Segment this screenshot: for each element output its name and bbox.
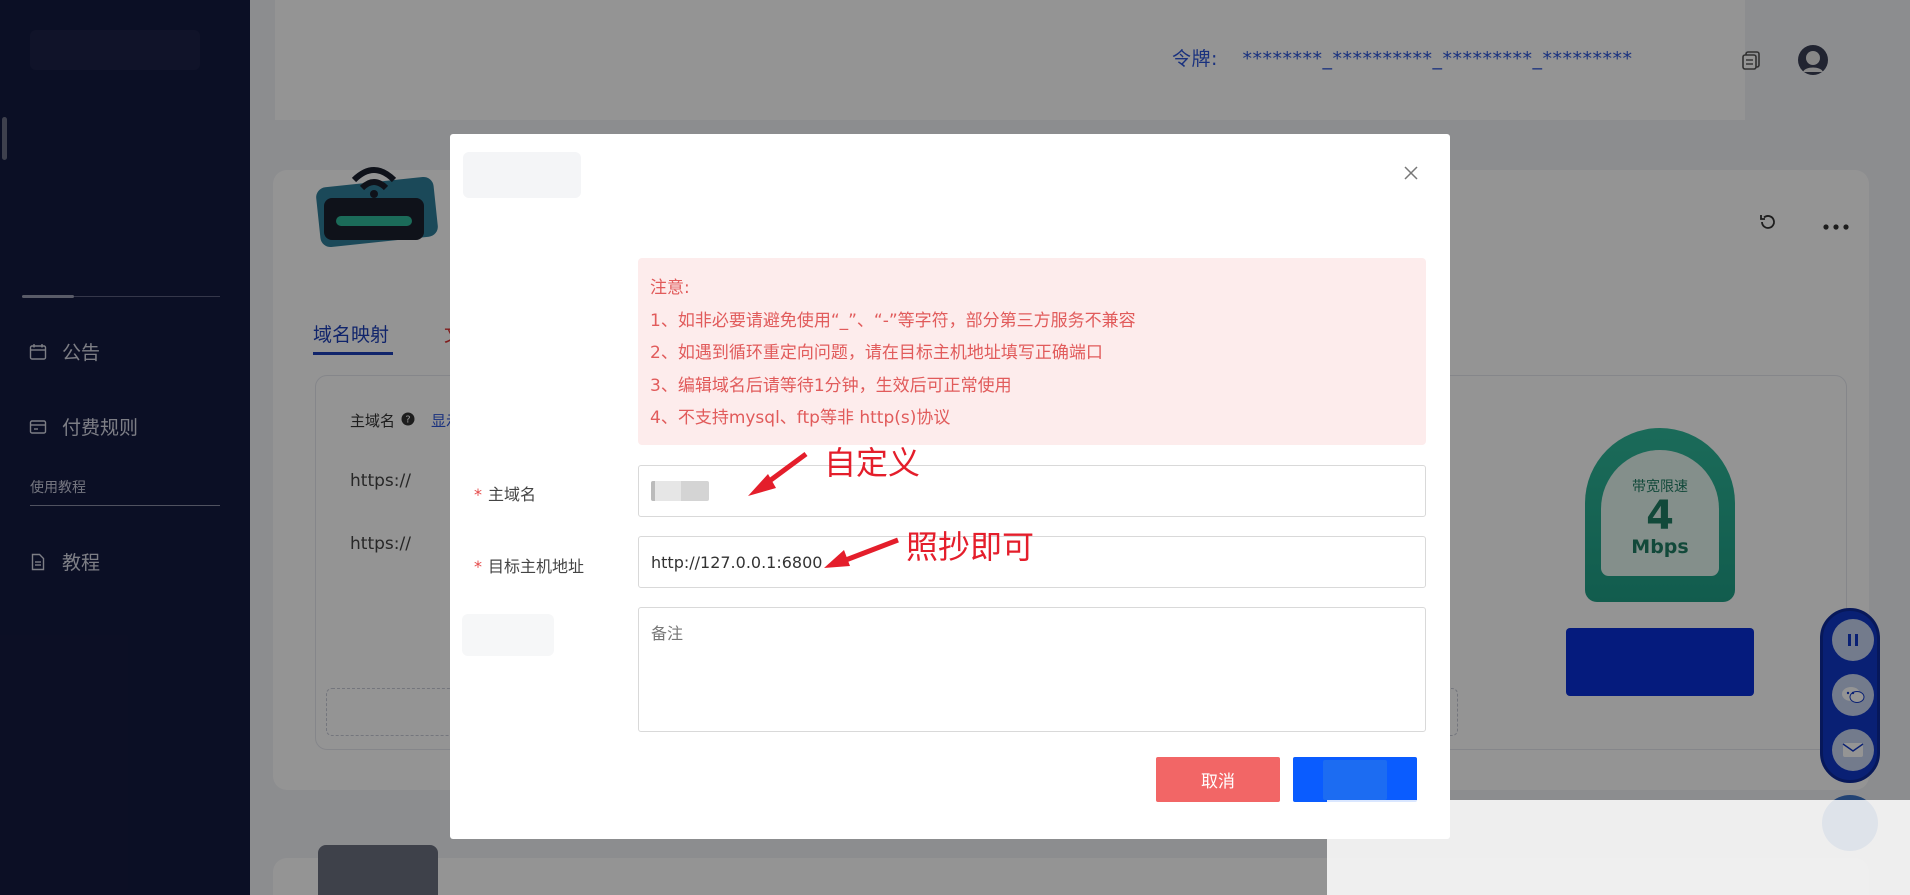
arrow-custom xyxy=(748,451,808,496)
arrow-copy xyxy=(824,537,899,568)
annotation-arrows xyxy=(748,451,899,568)
annotation-copy: 照抄即可 xyxy=(906,528,1035,566)
annotation-custom: 自定义 xyxy=(824,444,921,482)
blurred-area xyxy=(1327,800,1910,895)
